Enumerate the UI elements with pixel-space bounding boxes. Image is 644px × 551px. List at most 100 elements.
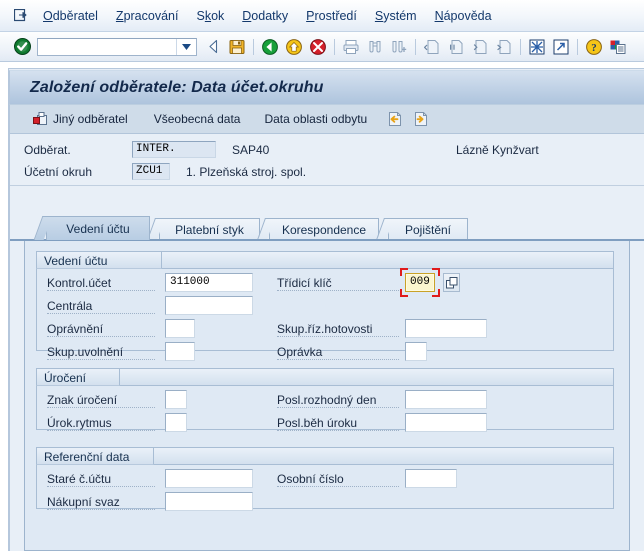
group-title-referencni-data: Referenční data: [36, 447, 154, 465]
back-green-icon[interactable]: [259, 36, 281, 58]
exit-yellow-icon[interactable]: [283, 36, 305, 58]
tab-korespondence[interactable]: Korespondence: [269, 218, 379, 240]
standard-toolbar: ?: [0, 32, 644, 62]
input-skup-riz-hotovosti[interactable]: [405, 319, 487, 338]
input-kontrol-ucet[interactable]: 311000: [165, 273, 253, 292]
find-next-icon[interactable]: [388, 36, 410, 58]
create-session-icon[interactable]: [526, 36, 548, 58]
header-row-customer: Odběrat. INTER. SAP40 Lázně Kynžvart: [10, 140, 644, 162]
label-skup-uvolneni: Skup.uvolnění: [47, 345, 155, 360]
menu-item-zpracovani[interactable]: Zpracování: [107, 8, 188, 24]
customer-city-text: Lázně Kynžvart: [456, 143, 539, 157]
find-icon[interactable]: [364, 36, 386, 58]
previous-page-icon[interactable]: [445, 36, 467, 58]
label-skup-riz-hotovosti: Skup.říz.hotovosti: [277, 322, 399, 337]
tab-label: Vedení účtu: [66, 221, 130, 236]
input-opravka[interactable]: [405, 342, 427, 361]
menu-item-prostredi[interactable]: Prostředí: [297, 8, 366, 24]
sap-gui-window: Odběratel Zpracování Skok Dodatky Prostř…: [0, 0, 644, 551]
other-customer-label: Jiný odběratel: [53, 112, 128, 126]
toolbar-divider: [253, 38, 254, 55]
menu-item-napoveda[interactable]: Nápověda: [426, 8, 501, 24]
label-opravneni: Oprávnění: [47, 322, 155, 337]
tab-pojisteni[interactable]: Pojištění: [388, 218, 468, 240]
other-customer-button[interactable]: Jiný odběratel: [26, 108, 135, 130]
toolbar-divider: [415, 38, 416, 55]
sales-area-data-button[interactable]: Data oblasti odbytu: [257, 108, 374, 130]
svg-text:?: ?: [591, 42, 597, 54]
command-input[interactable]: [38, 39, 176, 54]
input-opravneni[interactable]: [165, 319, 195, 338]
toolbar-divider: [577, 38, 578, 55]
customer-number-field[interactable]: INTER.: [132, 141, 216, 158]
first-page-icon[interactable]: [421, 36, 443, 58]
label-urok-rytmus: Úrok.rytmus: [47, 416, 155, 431]
input-osobni-cislo[interactable]: [405, 469, 457, 488]
menu-item-system[interactable]: Systém: [366, 8, 426, 24]
next-page-icon[interactable]: [469, 36, 491, 58]
other-customer-icon: [33, 112, 48, 126]
application-toolbar: Jiný odběratel Všeobecná data Data oblas…: [9, 104, 644, 134]
customer-code-text: SAP40: [232, 143, 270, 157]
company-code-name-text: 1. Plzeňská stroj. spol.: [186, 165, 307, 179]
input-posl-beh-uroku[interactable]: [405, 413, 487, 432]
tab-label: Platební styk: [175, 222, 244, 237]
tab-platebni-styk[interactable]: Platební styk: [159, 218, 260, 240]
green-check-enter-icon[interactable]: [11, 36, 33, 58]
tab-label: Pojištění: [404, 222, 452, 237]
general-data-button[interactable]: Všeobecná data: [147, 108, 248, 130]
input-urok-rytmus[interactable]: [165, 413, 187, 432]
customer-label: Odběrat.: [24, 143, 71, 157]
toolbar-divider: [334, 38, 335, 55]
header-row-company-code: Účetní okruh ZCU1 1. Plzeňská stroj. spo…: [10, 162, 644, 184]
customize-layout-icon[interactable]: [607, 36, 629, 58]
label-znak-uroceni: Znak úročení: [47, 393, 155, 408]
group-headline: [36, 368, 614, 386]
sap-session-icon[interactable]: [8, 9, 34, 22]
chevron-down-icon[interactable]: [176, 38, 196, 55]
print-icon[interactable]: [340, 36, 362, 58]
create-shortcut-icon[interactable]: [550, 36, 572, 58]
last-page-icon[interactable]: [493, 36, 515, 58]
input-tridici-klic[interactable]: 009: [405, 273, 435, 292]
page-title: Založení odběratele: Data účet.okruhu: [30, 78, 324, 96]
input-stare-c-uctu[interactable]: [165, 469, 253, 488]
cancel-red-icon[interactable]: [307, 36, 329, 58]
command-field[interactable]: [37, 37, 197, 56]
input-centrala[interactable]: [165, 296, 253, 315]
label-opravka: Oprávka: [277, 345, 399, 360]
label-tridici-klic: Třídicí klíč: [277, 276, 399, 291]
matchcode-button-tridici-klic[interactable]: [443, 273, 460, 292]
input-nakupni-svaz[interactable]: [165, 492, 253, 511]
menu-item-odberatel[interactable]: Odběratel: [34, 8, 107, 24]
group-vedeni-uctu: Vedení účtu Kontrol.účet 311000 Třídicí …: [36, 251, 614, 361]
sales-area-data-label: Data oblasti odbytu: [264, 112, 368, 126]
company-code-field[interactable]: ZCU1: [132, 163, 170, 180]
input-skup-uvolneni[interactable]: [165, 342, 195, 361]
group-title-uroceni: Úročení: [36, 368, 120, 386]
label-osobni-cislo: Osobní číslo: [277, 472, 399, 487]
screen-titlebar: Založení odběratele: Data účet.okruhu: [9, 70, 644, 104]
previous-screen-icon[interactable]: [384, 108, 406, 130]
company-code-label: Účetní okruh: [24, 165, 93, 179]
general-data-label: Všeobecná data: [153, 112, 241, 126]
content-area: Odběrat. INTER. SAP40 Lázně Kynžvart Úče…: [9, 134, 644, 551]
label-stare-c-uctu: Staré č.účtu: [47, 472, 155, 487]
next-screen-icon[interactable]: [410, 108, 432, 130]
label-posl-rozhodny-den: Posl.rozhodný den: [277, 393, 399, 408]
menu-bar: Odběratel Zpracování Skok Dodatky Prostř…: [0, 0, 644, 32]
tab-label: Korespondence: [281, 222, 367, 237]
input-posl-rozhodny-den[interactable]: [405, 390, 487, 409]
tab-vedeni-uctu[interactable]: Vedení účtu: [46, 216, 150, 240]
toolbar-divider: [520, 38, 521, 55]
tab-strip: Vedení účtu Platební styk Korespondence …: [24, 216, 634, 240]
tab-panel-vedeni-uctu: Vedení účtu Kontrol.účet 311000 Třídicí …: [24, 241, 630, 551]
menu-item-dodatky[interactable]: Dodatky: [233, 8, 297, 24]
group-uroceni: Úročení Znak úročení Posl.rozhodný den Ú…: [36, 368, 614, 432]
back-arrow-icon[interactable]: [202, 36, 224, 58]
save-disk-icon[interactable]: [226, 36, 248, 58]
header-fields: Odběrat. INTER. SAP40 Lázně Kynžvart Úče…: [10, 140, 644, 192]
input-znak-uroceni[interactable]: [165, 390, 187, 409]
menu-item-skok[interactable]: Skok: [187, 8, 233, 24]
help-icon[interactable]: ?: [583, 36, 605, 58]
